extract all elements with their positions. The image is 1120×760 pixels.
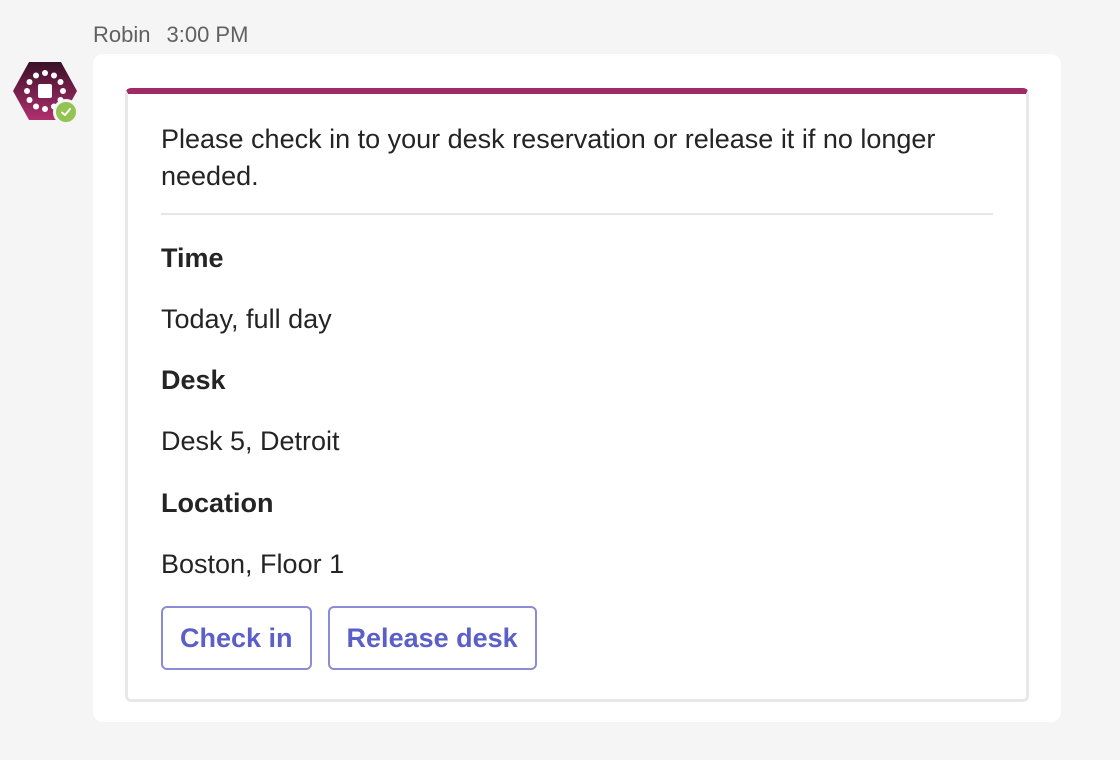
release-desk-button[interactable]: Release desk bbox=[327, 606, 537, 670]
field-value-location: Boston, Floor 1 bbox=[161, 549, 345, 579]
card-divider bbox=[161, 213, 993, 215]
field-value-desk: Desk 5, Detroit bbox=[161, 426, 340, 456]
field-label-time: Time bbox=[161, 243, 224, 273]
field-label-desk: Desk bbox=[161, 365, 226, 395]
card-actions: Check in Release desk bbox=[161, 606, 537, 670]
sender-name[interactable]: Robin bbox=[93, 20, 150, 50]
field-value-time: Today, full day bbox=[161, 304, 332, 334]
message-header: Robin 3:00 PM bbox=[93, 20, 248, 50]
field-label-location: Location bbox=[161, 488, 274, 518]
card-body: Please check in to your desk reservation… bbox=[161, 94, 993, 670]
message-bubble: Please check in to your desk reservation… bbox=[93, 54, 1061, 722]
chat-page: Robin 3:00 PM Please check in to your de… bbox=[0, 0, 1120, 760]
presence-available-icon bbox=[53, 99, 79, 125]
adaptive-card: Please check in to your desk reservation… bbox=[125, 88, 1029, 702]
message-timestamp: 3:00 PM bbox=[166, 22, 249, 47]
check-in-button[interactable]: Check in bbox=[161, 606, 312, 670]
card-intro-text: Please check in to your desk reservation… bbox=[161, 124, 936, 191]
